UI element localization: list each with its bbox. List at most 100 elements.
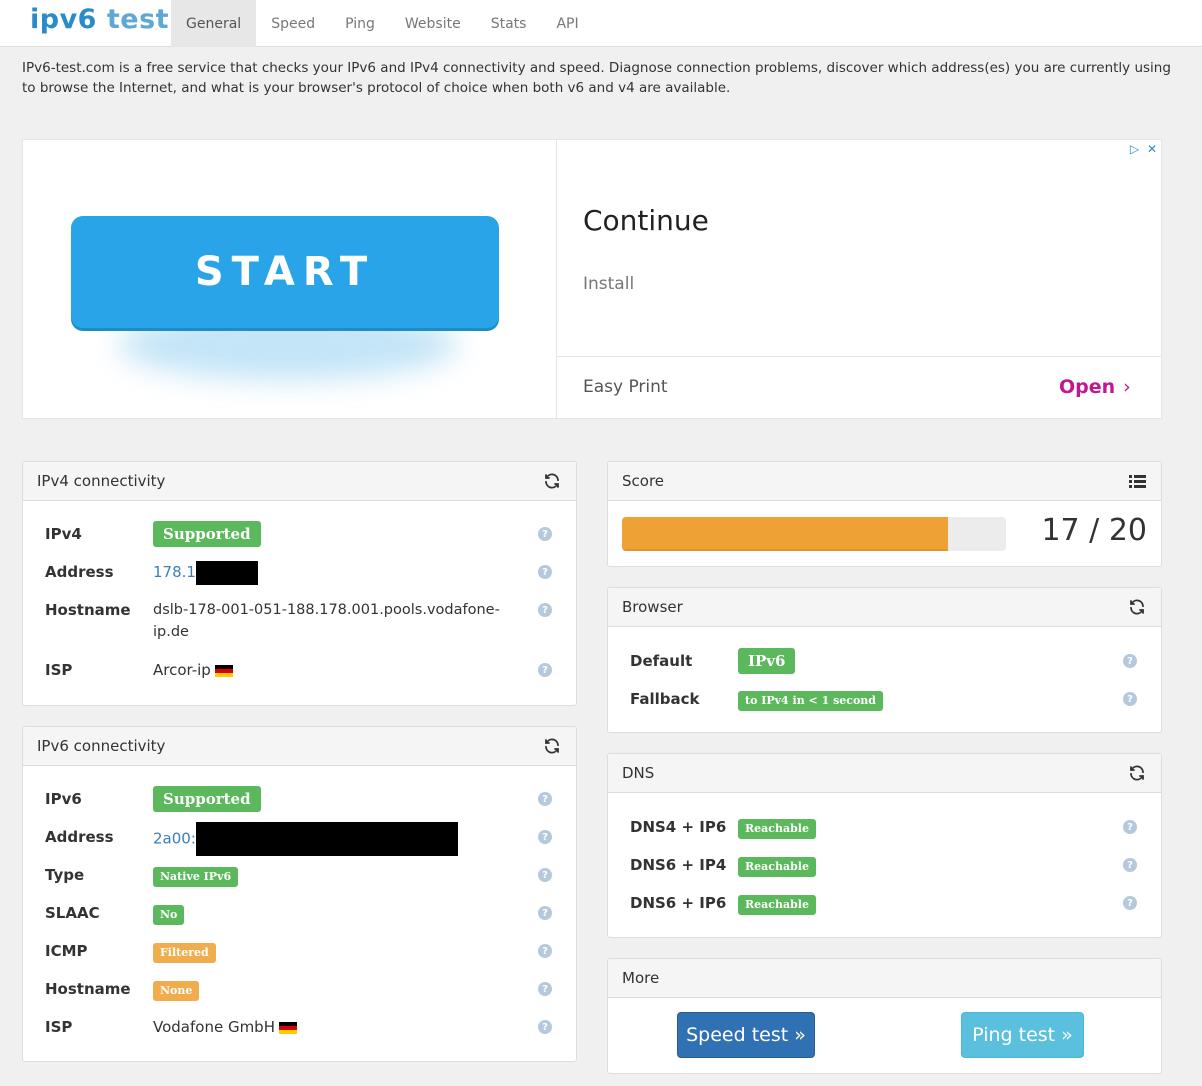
ipv6-isp-value: Vodafone GmbH [153, 1018, 275, 1036]
dns-reachable-badge: Reachable [738, 857, 816, 877]
ipv4-row: IPv4 Supported ? [23, 519, 576, 549]
row-label: DNS6 + IP6 [630, 894, 727, 912]
row-label: DNS6 + IP4 [630, 856, 727, 874]
ipv6-hostname-badge: None [153, 981, 200, 1001]
ad-choices-icon[interactable]: ▷ [1130, 142, 1139, 156]
help-icon[interactable]: ? [538, 792, 552, 806]
help-icon[interactable]: ? [538, 1020, 552, 1034]
tab-ping[interactable]: Ping [330, 0, 390, 47]
tab-api[interactable]: API [541, 0, 593, 47]
tab-speed[interactable]: Speed [256, 0, 330, 47]
browser-fallback-row: Fallback to IPv4 in < 1 second ? [608, 684, 1161, 714]
ad-subtitle: Install [583, 274, 635, 294]
ipv6-panel-header: IPv6 connectivity [23, 727, 576, 766]
ipv4-address-row: Address 178.1 ? [23, 557, 576, 587]
ipv6-panel: IPv6 connectivity IPv6 Supported ? Addre… [22, 726, 577, 1062]
dns-reachable-badge: Reachable [738, 819, 816, 839]
row-label: DNS4 + IP6 [630, 818, 727, 836]
help-icon[interactable]: ? [1123, 692, 1137, 706]
help-icon[interactable]: ? [538, 663, 552, 677]
list-icon[interactable] [1127, 471, 1147, 491]
ad-open-link[interactable]: Open › [1059, 376, 1131, 398]
help-icon[interactable]: ? [538, 830, 552, 844]
ipv4-hostname-line-2: ip.de [153, 624, 189, 640]
tab-website[interactable]: Website [390, 0, 476, 47]
ipv6-status-badge: Supported [153, 786, 261, 812]
help-icon[interactable]: ? [1123, 654, 1137, 668]
speed-test-button[interactable]: Speed test » [677, 1012, 815, 1058]
ipv6-address-link[interactable]: 2a00: [153, 830, 196, 848]
panel-title: IPv6 connectivity [37, 737, 166, 755]
panel-title: Score [622, 472, 665, 490]
intro-text: IPv6-test.com is a free service that che… [22, 60, 1171, 96]
ad-start-button[interactable]: START [71, 216, 499, 328]
help-icon[interactable]: ? [538, 906, 552, 920]
help-icon[interactable]: ? [538, 982, 552, 996]
ad-controls: ▷ ✕ [1130, 142, 1157, 156]
help-icon[interactable]: ? [538, 603, 552, 617]
ipv4-panel-header: IPv4 connectivity [23, 462, 576, 501]
ipv6-address-row: Address 2a00: ? [23, 822, 576, 856]
ipv4-address-link[interactable]: 178.1 [153, 563, 196, 581]
navbar: ipv6 test General Speed Ping Website Sta… [0, 0, 1202, 47]
tab-stats[interactable]: Stats [476, 0, 542, 47]
browser-fallback-badge: to IPv4 in < 1 second [738, 691, 883, 711]
refresh-icon[interactable] [1127, 597, 1147, 617]
row-label: ICMP [45, 942, 88, 960]
help-icon[interactable]: ? [1123, 820, 1137, 834]
panel-title: DNS [622, 764, 655, 782]
row-label: IPv6 [45, 790, 82, 808]
ad-open-label: Open [1059, 376, 1116, 398]
ipv6-type-row: Type Native IPv6 ? [23, 860, 576, 890]
ipv4-status-badge: Supported [153, 521, 261, 547]
dns-row: DNS6 + IP4 Reachable ? [608, 850, 1161, 880]
ipv4-isp-value: Arcor-ip [153, 661, 211, 679]
browser-panel-header: Browser [608, 588, 1161, 627]
help-icon[interactable]: ? [1123, 896, 1137, 910]
germany-flag-icon [279, 1021, 297, 1034]
germany-flag-icon [214, 664, 233, 677]
refresh-icon[interactable] [542, 736, 562, 756]
row-label: SLAAC [45, 904, 100, 922]
ipv6-isp-row: ISP Vodafone GmbH ? [23, 1012, 576, 1042]
advertisement[interactable]: START Continue Install Easy Print Open › … [22, 139, 1162, 419]
chevron-right-icon: › [1123, 376, 1131, 398]
help-icon[interactable]: ? [538, 868, 552, 882]
row-label: Default [630, 652, 693, 670]
ipv4-hostname-row: Hostname dslb-178-001-051-188.178.001.po… [23, 595, 576, 647]
panel-title: More [622, 969, 660, 987]
help-icon[interactable]: ? [1123, 858, 1137, 872]
close-icon[interactable]: ✕ [1147, 142, 1157, 156]
more-panel-header: More [608, 959, 1161, 998]
panel-title: IPv4 connectivity [37, 472, 166, 490]
help-icon[interactable]: ? [538, 565, 552, 579]
browser-panel: Browser Default IPv6 ? Fallback to IPv4 … [607, 587, 1162, 733]
row-label: ISP [45, 661, 73, 679]
ad-left-panel: START [23, 140, 557, 418]
panel-title: Browser [622, 598, 683, 616]
ping-test-button[interactable]: Ping test » [961, 1012, 1084, 1058]
brand-logo[interactable]: ipv6 test [30, 4, 169, 35]
row-label: Address [45, 828, 114, 846]
refresh-icon[interactable] [542, 471, 562, 491]
row-label: ISP [45, 1018, 73, 1036]
ipv6-icmp-badge: Filtered [153, 943, 216, 963]
row-label: Hostname [45, 601, 131, 619]
redaction-box [195, 560, 258, 585]
redaction-box [195, 822, 458, 856]
row-label: Fallback [630, 690, 700, 708]
row-label: Type [45, 866, 85, 884]
dns-panel: DNS DNS4 + IP6 Reachable ? DNS6 + IP4 Re… [607, 753, 1162, 938]
ipv4-hostname-line-1: dslb-178-001-051-188.178.001.pools.vodaf… [153, 602, 500, 618]
brand-part-1: ipv6 [30, 4, 97, 35]
dns-panel-header: DNS [608, 754, 1161, 793]
score-progress-bar [622, 517, 1006, 551]
score-value: 17 / 20 [1041, 513, 1147, 548]
help-icon[interactable]: ? [538, 944, 552, 958]
dns-row: DNS6 + IP6 Reachable ? [608, 888, 1161, 918]
row-label: Hostname [45, 980, 131, 998]
ipv6-slaac-row: SLAAC No ? [23, 898, 576, 928]
refresh-icon[interactable] [1127, 763, 1147, 783]
help-icon[interactable]: ? [538, 527, 552, 541]
tab-general[interactable]: General [171, 0, 257, 47]
